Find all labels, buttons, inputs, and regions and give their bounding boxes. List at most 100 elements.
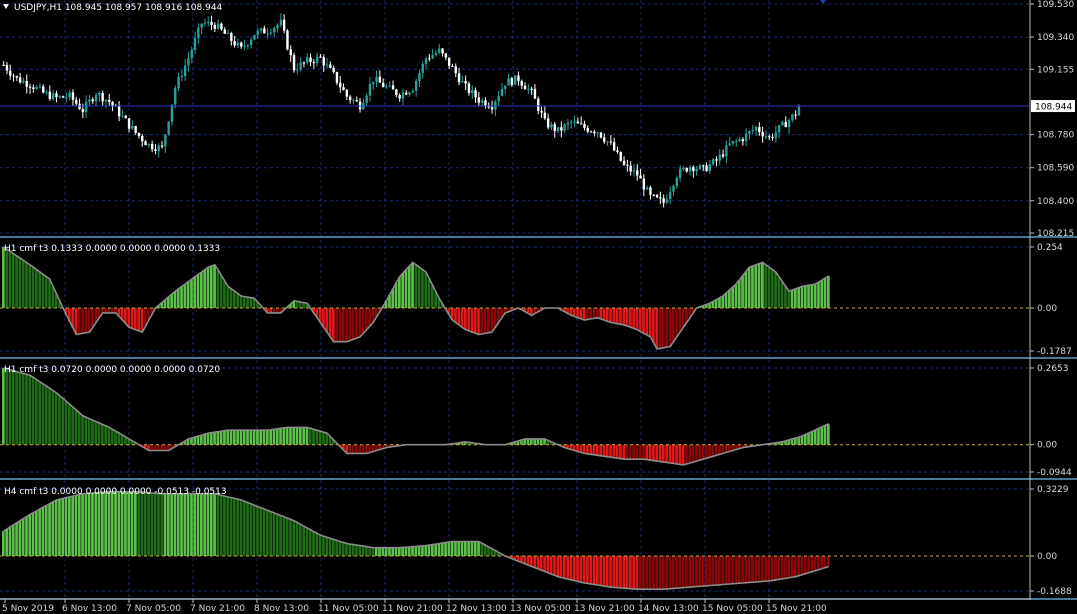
histogram-bar — [5, 529, 8, 556]
histogram-bar — [536, 438, 540, 445]
candle-body — [190, 50, 193, 59]
histogram-bar — [292, 520, 296, 556]
histogram-bar — [361, 444, 365, 454]
histogram-bar — [450, 541, 454, 556]
histogram-bar — [414, 264, 418, 309]
candle-body — [603, 137, 606, 142]
histogram-bar — [242, 296, 246, 309]
histogram-bar — [249, 503, 253, 556]
histogram-bar — [289, 427, 292, 445]
histogram-bar — [107, 427, 111, 445]
candle-body — [25, 80, 28, 87]
candle-body — [678, 168, 682, 178]
histogram-bar — [299, 524, 302, 556]
histogram-bar — [553, 555, 556, 576]
y-tick-label: -0.0944 — [1037, 468, 1072, 478]
candle-body — [530, 88, 533, 90]
candle-body — [550, 124, 553, 128]
histogram-bar — [642, 444, 645, 460]
histogram-bar — [652, 308, 655, 343]
candle-body — [9, 70, 12, 76]
candle-body — [556, 127, 560, 132]
histogram-bar — [21, 260, 25, 309]
histogram-bar — [457, 541, 461, 556]
histogram-bar — [586, 444, 589, 454]
candle-body — [768, 136, 771, 138]
candle-body — [708, 164, 712, 172]
histogram-bar — [645, 444, 649, 460]
candle-body — [497, 95, 500, 102]
histogram-bar — [31, 377, 35, 445]
histogram-bar — [239, 499, 243, 556]
histogram-bar — [714, 444, 718, 456]
histogram-bar — [780, 555, 784, 579]
histogram-bar — [282, 516, 286, 556]
histogram-bar — [332, 308, 335, 342]
histogram-bar — [351, 544, 355, 556]
candle-body — [721, 154, 725, 157]
histogram-bar — [206, 493, 210, 556]
candle-body — [306, 57, 309, 63]
histogram-bar — [662, 308, 665, 348]
histogram-bar — [619, 308, 622, 325]
histogram-bar — [480, 308, 484, 334]
histogram-bar — [262, 430, 266, 445]
candle-body — [632, 170, 636, 172]
y-tick-label: 109.155 — [1037, 65, 1074, 75]
histogram-bar — [223, 281, 226, 309]
histogram-bar — [589, 444, 593, 455]
candle-body — [230, 33, 233, 42]
candle-body — [527, 88, 530, 90]
histogram-bar — [777, 276, 781, 309]
histogram-bar — [490, 308, 494, 333]
histogram-bar — [140, 492, 144, 556]
histogram-bar — [289, 519, 292, 556]
histogram-bar — [734, 284, 738, 309]
histogram-bar — [483, 308, 487, 334]
histogram-bar — [216, 270, 220, 309]
histogram-bar — [592, 555, 596, 585]
candle-body — [461, 81, 464, 83]
histogram-bar — [704, 555, 708, 586]
candle-body — [141, 136, 144, 142]
y-tick-label: 108.780 — [1037, 131, 1074, 141]
histogram-bar — [219, 431, 223, 445]
histogram-bar — [431, 285, 434, 309]
trading-chart[interactable]: 109.530 109.340 109.155 108.780 108.590 108.4… — [0, 0, 1077, 614]
histogram-bar — [688, 444, 692, 464]
candle-body — [249, 39, 253, 46]
histogram-bar — [11, 253, 15, 309]
histogram-bar — [807, 555, 810, 573]
histogram-bar — [635, 555, 639, 590]
candle-body — [94, 95, 98, 102]
y-tick-label: 0.00 — [1037, 304, 1057, 314]
x-tick-label: 13 Nov 05:00 — [510, 604, 571, 614]
y-tick-label: -0.1787 — [1037, 347, 1072, 357]
histogram-bar — [272, 512, 276, 556]
candle-body — [698, 165, 702, 169]
histogram-bar — [813, 555, 817, 571]
histogram-bar — [698, 555, 701, 587]
histogram-bar — [11, 524, 15, 556]
histogram-bar — [572, 555, 576, 581]
histogram-bar — [737, 555, 741, 584]
histogram-bar — [530, 555, 533, 567]
histogram-bar — [91, 492, 94, 556]
histogram-bar — [695, 444, 698, 462]
histogram-bar — [622, 555, 626, 589]
histogram-bar — [767, 555, 771, 581]
y-tick-label: 0.00 — [1037, 441, 1057, 451]
histogram-bar — [275, 428, 279, 445]
histogram-bar — [21, 518, 25, 556]
histogram-bar — [338, 308, 342, 342]
histogram-bar — [734, 555, 738, 584]
histogram-bar — [18, 520, 22, 556]
histogram-bar — [784, 555, 787, 579]
histogram-bar — [790, 290, 794, 309]
candle-body — [652, 194, 655, 196]
histogram-bar — [602, 444, 606, 457]
histogram-bar — [797, 287, 800, 309]
histogram-bar — [404, 547, 408, 556]
candle-body — [748, 131, 751, 134]
histogram-bar — [348, 544, 352, 556]
